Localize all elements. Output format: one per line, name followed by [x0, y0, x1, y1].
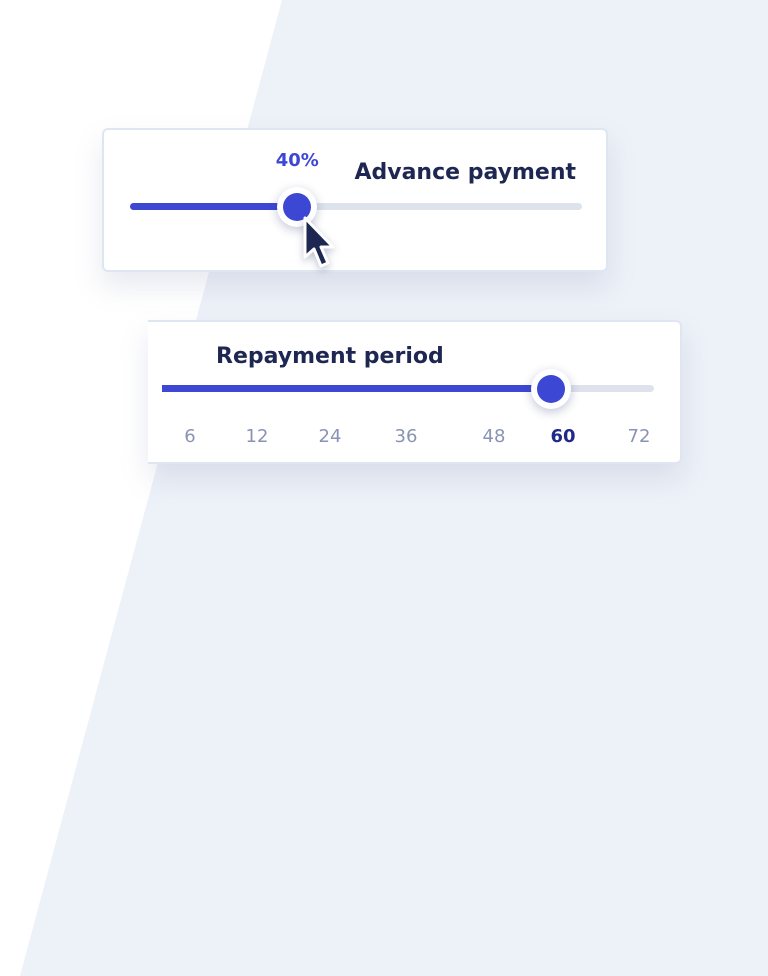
tick-label-48[interactable]: 48 [483, 426, 506, 447]
slider-thumb-dot [536, 374, 565, 403]
repayment-period-slider-fill [162, 385, 551, 392]
tick-label-72[interactable]: 72 [628, 426, 651, 447]
tick-label-24[interactable]: 24 [319, 426, 342, 447]
tick-label-60[interactable]: 60 [550, 426, 575, 447]
advance-payment-card: Advance payment 40% [102, 128, 608, 272]
repayment-period-tick-labels: 6 12 24 36 48 60 72 [148, 426, 680, 450]
repayment-period-card: Repayment period 6 12 24 36 48 60 72 [148, 320, 682, 464]
advance-payment-slider-fill [130, 203, 298, 210]
advance-payment-slider[interactable] [130, 186, 582, 227]
repayment-period-slider-thumb[interactable] [530, 368, 571, 409]
advance-payment-title: Advance payment [354, 160, 576, 185]
arrow-cursor-icon [303, 216, 335, 268]
repayment-period-slider[interactable] [162, 368, 654, 409]
repayment-period-title: Repayment period [216, 344, 444, 369]
tick-label-36[interactable]: 36 [395, 426, 418, 447]
advance-payment-value: 40% [275, 150, 319, 171]
tick-label-6[interactable]: 6 [184, 426, 195, 447]
tick-label-12[interactable]: 12 [246, 426, 269, 447]
